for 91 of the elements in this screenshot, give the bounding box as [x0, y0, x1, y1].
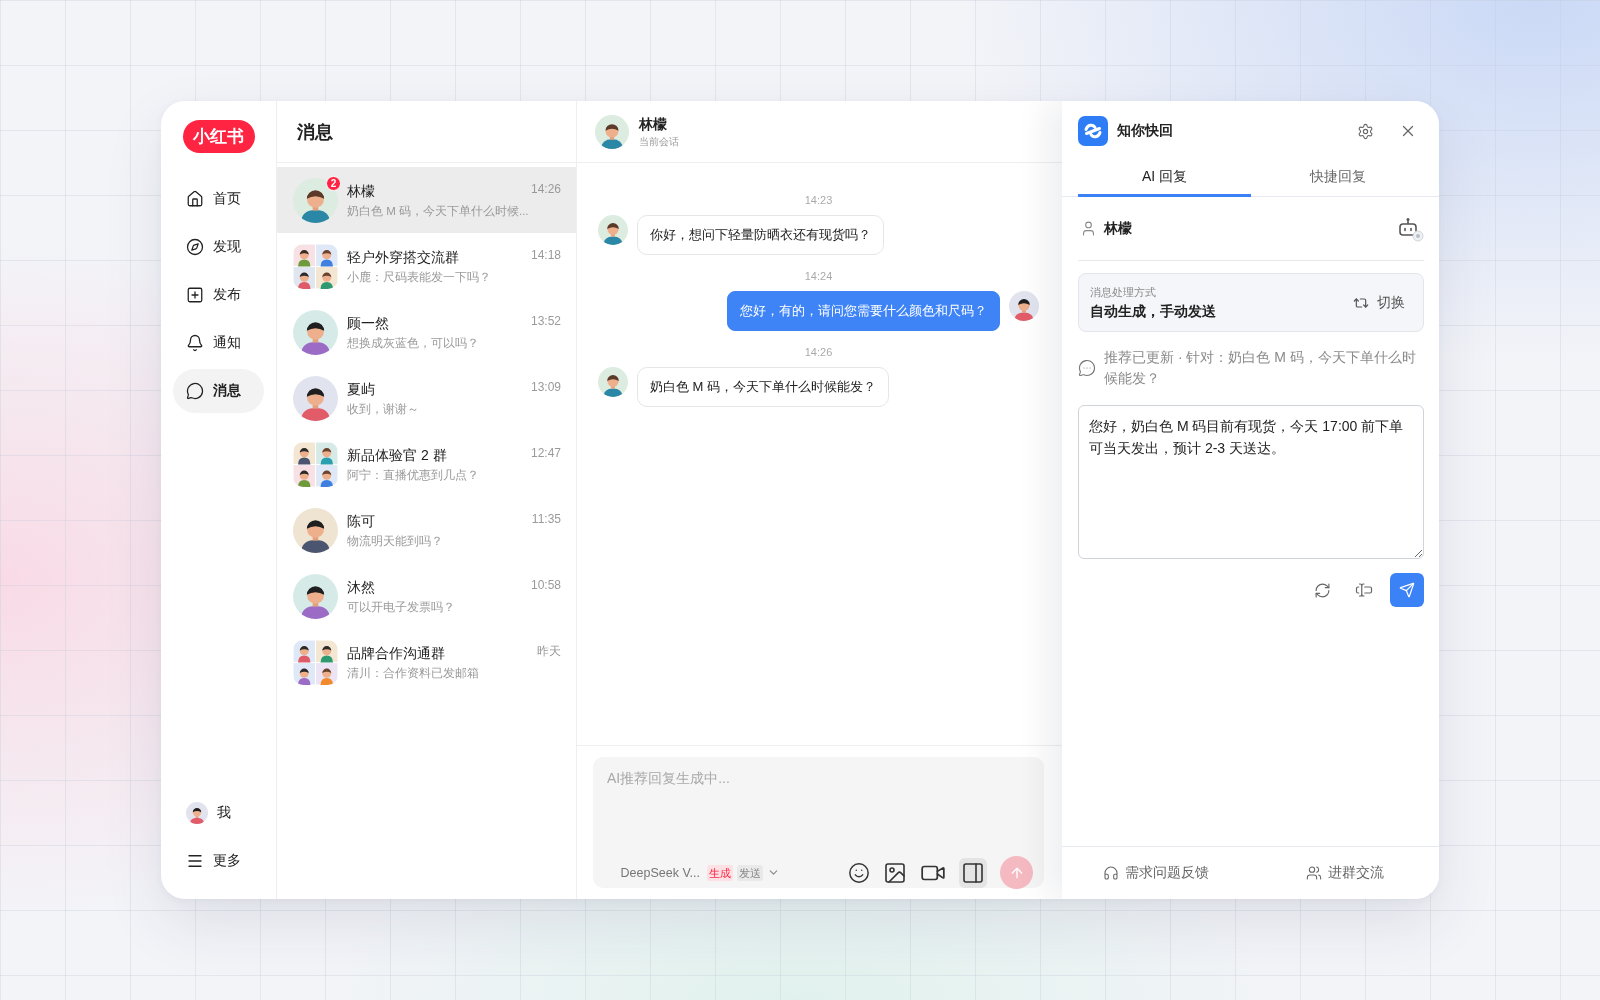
nav-item[interactable]: 发布	[173, 273, 264, 317]
chat-subtitle: 当前会话	[639, 135, 679, 148]
group-avatar-icon	[293, 639, 338, 685]
avatar-icon	[293, 375, 338, 421]
message-time: 14:26	[530, 181, 561, 196]
contact-name: 林檬	[347, 181, 375, 200]
settings-icon[interactable]	[1357, 122, 1374, 140]
compass-icon	[186, 238, 204, 256]
message-bubble: 奶白色 M 码，今天下单什么时候能发？	[637, 367, 890, 407]
tab[interactable]: 快捷回复	[1251, 159, 1424, 197]
contact-name: 轻户外穿搭交流群	[347, 247, 459, 266]
contact-name: 沐然	[347, 577, 375, 596]
bell-icon	[186, 334, 204, 352]
contact-name: 品牌合作沟通群	[347, 643, 445, 662]
panel-title: 知你快回	[1117, 122, 1173, 140]
chat-contact-name: 林檬	[639, 115, 668, 133]
message-time: 14:18	[530, 247, 561, 262]
logo: 小红书	[182, 120, 255, 153]
avatar-icon	[293, 573, 338, 619]
message-bubble: 您好，有的，请问您需要什么颜色和尺码？	[727, 291, 1000, 331]
nav-item[interactable]: 通知	[173, 321, 264, 365]
panel-toggle-button[interactable]	[959, 857, 987, 888]
message-time: 13:52	[530, 313, 561, 328]
message-time: 13:09	[530, 379, 561, 394]
chat-bubble-icon	[186, 382, 204, 400]
text-cursor-icon[interactable]	[1355, 581, 1373, 599]
reply-draft-field[interactable]: 您好，奶白色 M 码目前有现货，今天 17:00 前下单可当天发出，预计 2-3 天送达。	[1078, 405, 1424, 559]
message-preview: 小鹿：尺码表能发一下吗？	[347, 269, 492, 285]
robot-icon[interactable]	[1398, 215, 1424, 242]
message-timestamp: 14:26	[804, 345, 833, 359]
contact-name: 陈可	[347, 511, 375, 530]
message-preview: 清川：合作资料已发邮箱	[347, 665, 480, 681]
avatar-icon	[293, 177, 338, 223]
chat-dots-icon	[1078, 359, 1096, 377]
nav-item[interactable]: 首页	[173, 177, 264, 221]
mode-label: 消息处理方式	[1090, 285, 1157, 299]
plus-square-icon	[186, 286, 204, 304]
user-icon	[1080, 220, 1097, 237]
avatar-icon	[1009, 291, 1039, 321]
nav-item[interactable]: 更多	[173, 839, 264, 883]
avatar-icon	[598, 215, 628, 245]
contact-name: 夏屿	[347, 379, 375, 398]
smiley-icon[interactable]	[848, 861, 870, 884]
composer-field[interactable]: AI推荐回复生成中... DeepSeek V... 生成 发送	[593, 757, 1044, 888]
app-logo-icon	[1078, 116, 1108, 146]
headphones-icon	[1103, 865, 1120, 881]
side-panel-icon	[961, 860, 985, 885]
menu-icon	[186, 852, 204, 870]
image-icon[interactable]	[883, 860, 907, 885]
send-reply-button[interactable]	[1390, 573, 1424, 607]
message-preview: 阿宁：直播优惠到几点？	[347, 467, 480, 483]
message-input[interactable]: AI推荐回复生成中...	[607, 768, 1033, 857]
avatar-icon	[186, 802, 208, 824]
message-time: 10:58	[530, 577, 561, 592]
message-timestamp: 14:24	[804, 269, 833, 283]
message-timestamp: 14:23	[804, 193, 833, 207]
message-preview: 奶白色 M 码，今天下单什么时候...	[347, 203, 530, 219]
message-time: 11:35	[531, 511, 561, 526]
message-bubble: 你好，想问下轻量防晒衣还有现货吗？	[637, 215, 884, 255]
users-icon	[1305, 865, 1322, 881]
footer-link[interactable]: 进群交流	[1250, 847, 1439, 899]
contact-name: 林檬	[1104, 219, 1132, 238]
avatar-icon	[293, 309, 338, 355]
nav-item[interactable]: 发现	[173, 225, 264, 269]
list-title: 消息	[297, 120, 333, 144]
home-icon	[186, 190, 204, 208]
message-preview: 物流明天能到吗？	[347, 533, 444, 549]
refresh-icon[interactable]	[1314, 581, 1331, 599]
avatar-icon	[598, 367, 628, 397]
contact-name: 顾一然	[347, 313, 389, 332]
footer-link[interactable]: 需求问题反馈	[1062, 847, 1251, 899]
tab[interactable]: AI 回复	[1078, 159, 1251, 197]
message-preview: 可以开电子发票吗？	[347, 599, 456, 615]
unread-badge: 2	[326, 175, 341, 191]
conversation-item[interactable]: 2 林檬 14:26 奶白色 M 码，今天下单什么时候...	[277, 167, 576, 233]
avatar-icon	[595, 114, 629, 149]
mode-value: 自动生成，手动发送	[1090, 302, 1216, 320]
message-preview: 收到，谢谢～	[347, 401, 420, 417]
message-preview: 想换成灰蓝色，可以吗？	[347, 335, 480, 351]
nav-item[interactable]: 消息	[173, 369, 264, 413]
group-avatar-icon	[293, 441, 338, 487]
switch-button[interactable]: 切换	[1353, 293, 1405, 312]
nav-item[interactable]: 我	[173, 791, 264, 835]
group-avatar-icon	[293, 243, 338, 289]
contact-name: 新品体验官 2 群	[347, 445, 447, 464]
avatar-icon	[293, 507, 338, 553]
model-selector[interactable]: DeepSeek V...	[620, 865, 700, 880]
message-time: 12:47	[530, 445, 561, 460]
message-time: 昨天	[537, 643, 561, 658]
send-icon	[1399, 582, 1415, 598]
update-note: 推荐已更新 · 针对：奶白色 M 码，今天下单什么时候能发？	[1104, 348, 1417, 388]
